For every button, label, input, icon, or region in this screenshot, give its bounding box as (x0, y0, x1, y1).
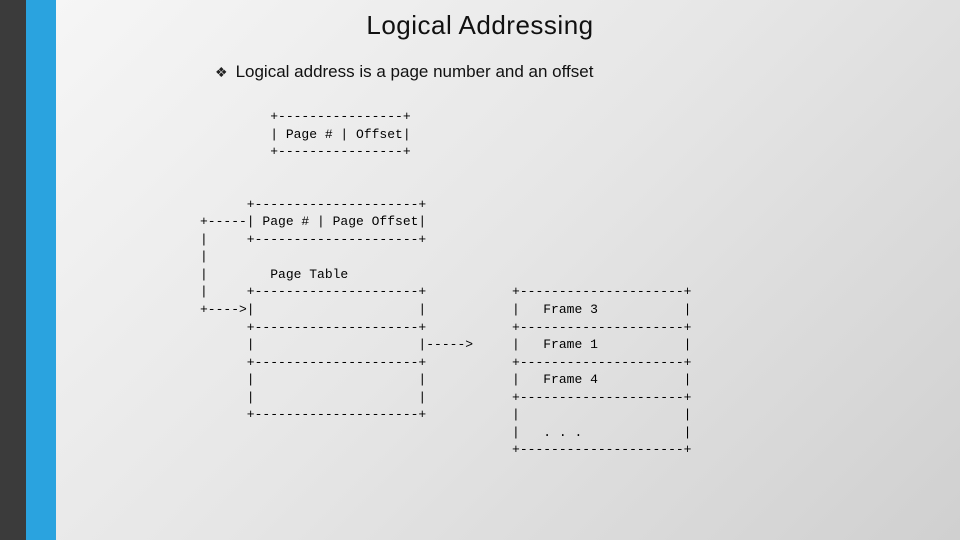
accent-stripes (0, 0, 70, 540)
bullet-row: ❖ Logical address is a page number and a… (215, 62, 593, 82)
slide: Logical Addressing ❖ Logical address is … (0, 0, 960, 540)
diamond-bullet-icon: ❖ (215, 65, 228, 79)
accent-stripe-blue (26, 0, 56, 540)
accent-stripe-dark (0, 0, 30, 540)
ascii-diagram: +----------------+ | Page # | Offset| +-… (200, 108, 691, 459)
bullet-text: Logical address is a page number and an … (236, 62, 594, 82)
page-title: Logical Addressing (0, 10, 960, 41)
